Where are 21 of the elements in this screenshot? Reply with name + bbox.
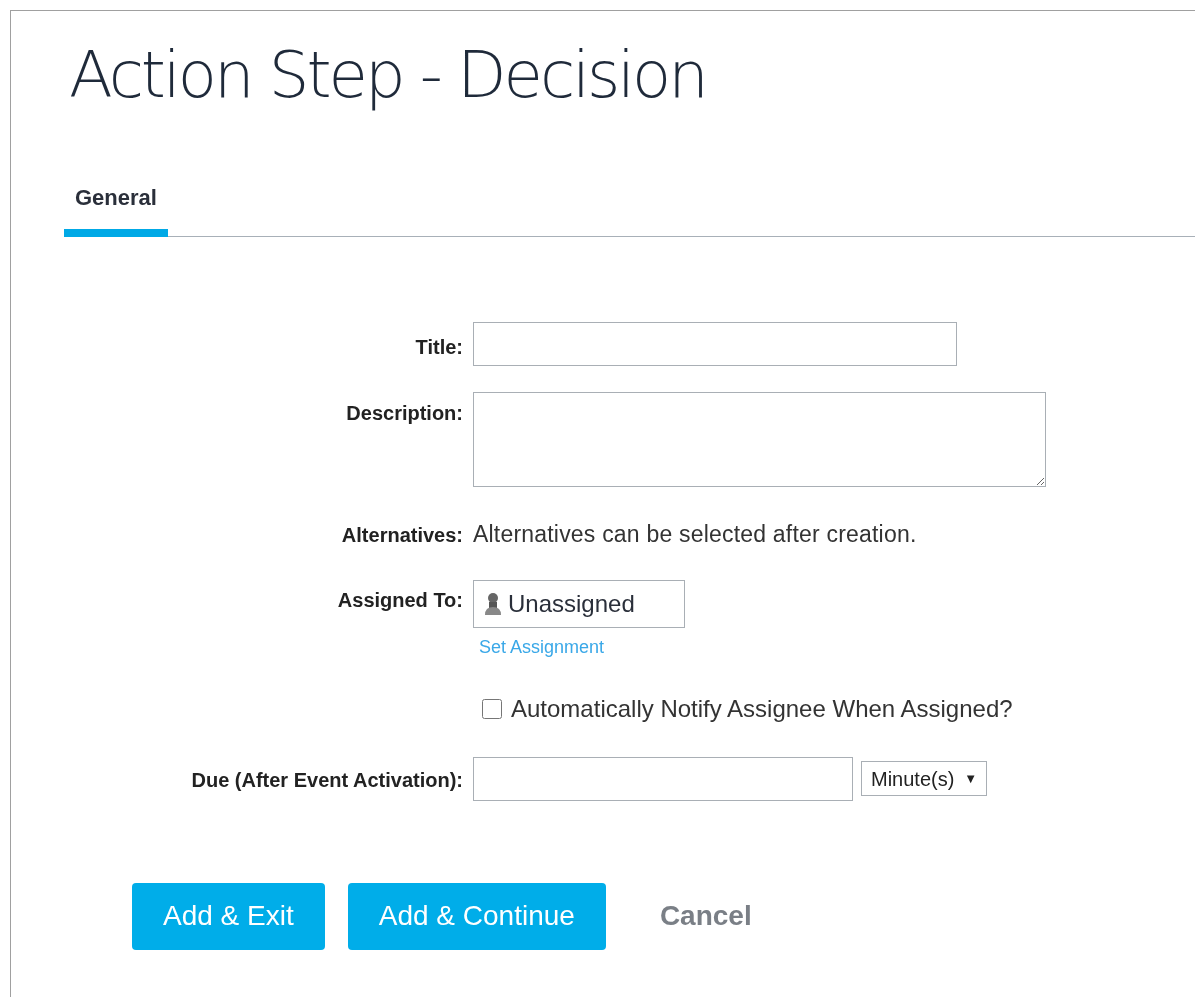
input-field[interactable] — [473, 756, 853, 801]
checkbox-label: Automatically Notify Assignee When Assigned? — [511, 693, 1013, 724]
set-assignment-link[interactable]: Set Assignment — [479, 633, 605, 661]
field-label: Description: — [346, 401, 463, 426]
text-area[interactable] — [473, 392, 1046, 487]
help-text: Alternatives can be selected after creation. — [473, 521, 917, 547]
field-label: Assigned To: — [337, 587, 463, 613]
field-label: Due (After Event Activation): — [191, 767, 463, 793]
person-icon — [484, 591, 502, 616]
action-button[interactable]: Add & Exit — [132, 882, 325, 950]
cancel-button[interactable]: Cancel — [628, 882, 783, 950]
dropdown-caret-icon: ▼ — [964, 768, 978, 789]
page-title: Action Step - Decision — [69, 37, 706, 113]
field-label: Title: — [415, 335, 463, 360]
action-button[interactable]: Add & Continue — [347, 882, 606, 950]
checkbox[interactable] — [482, 698, 502, 719]
input-field[interactable] — [473, 322, 957, 366]
assignee-field[interactable]: Unassigned — [473, 579, 685, 628]
tab[interactable]: General — [64, 171, 168, 237]
field-label: Alternatives: — [341, 523, 463, 548]
unit-dropdown[interactable]: Minute(s) ▼ — [861, 761, 988, 796]
